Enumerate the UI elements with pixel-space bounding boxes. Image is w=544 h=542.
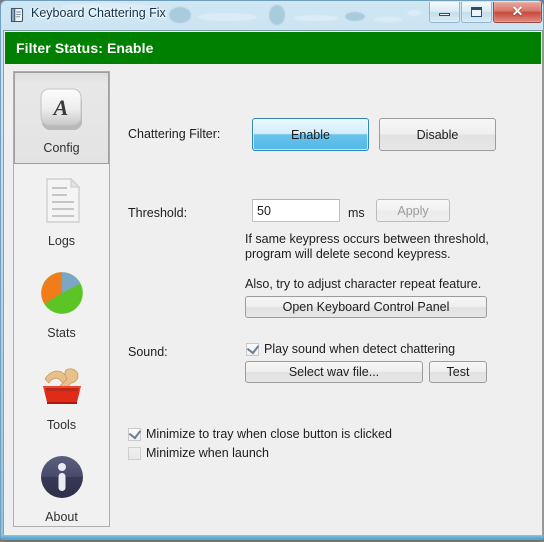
sidebar-item-label: Tools (46, 418, 77, 432)
title-bar[interactable]: Keyboard Chattering Fix ✕ (1, 1, 543, 30)
check-icon (246, 341, 260, 354)
window-title: Keyboard Chattering Fix (31, 6, 166, 20)
sidebar: A Config Logs Stats Tools About (13, 71, 110, 527)
maximize-button[interactable] (461, 2, 492, 23)
threshold-unit-label: ms (348, 206, 365, 220)
help-text-line1: If same keypress occurs between threshol… (245, 232, 489, 246)
threshold-input[interactable] (252, 199, 340, 222)
help-text-line3: Also, try to adjust character repeat fea… (245, 277, 482, 291)
minimize-tray-checkbox-row[interactable]: Minimize to tray when close button is cl… (128, 426, 392, 441)
minimize-to-tray-label: Minimize to tray when close button is cl… (146, 427, 392, 441)
sidebar-item-config[interactable]: A Config (14, 72, 109, 164)
toolbox-icon (42, 368, 81, 404)
status-banner: Filter Status: Enable (5, 32, 541, 64)
minimize-icon (439, 13, 450, 16)
test-sound-button[interactable]: Test (429, 361, 487, 383)
play-sound-checkbox-row[interactable]: Play sound when detect chattering (246, 341, 456, 356)
sidebar-item-stats[interactable]: Stats (14, 256, 109, 348)
minimize-to-tray-checkbox[interactable] (128, 426, 142, 441)
minimize-launch-checkbox-row[interactable]: Minimize when launch (128, 446, 269, 460)
apply-button[interactable]: Apply (376, 199, 450, 222)
close-icon: ✕ (511, 3, 524, 19)
window-bottom-edge (1, 535, 543, 539)
sidebar-item-label: Config (43, 141, 80, 155)
window-controls: ✕ (428, 2, 542, 23)
play-sound-label: Play sound when detect chattering (264, 342, 456, 356)
application-window: Keyboard Chattering Fix ✕ Filter Status:… (0, 0, 544, 540)
threshold-label: Threshold: (128, 206, 188, 220)
play-sound-checkbox[interactable] (246, 341, 260, 356)
sidebar-item-label: Logs (47, 234, 76, 248)
minimize-when-launch-checkbox[interactable] (128, 446, 141, 460)
minimize-button[interactable] (429, 2, 460, 23)
notepad-icon (10, 7, 24, 23)
svg-text:A: A (51, 95, 68, 120)
config-panel: Chattering Filter: Enable Disable Thresh… (114, 71, 536, 527)
pie-chart-icon (40, 271, 83, 315)
keyboard-key-a-icon: A (40, 88, 82, 130)
close-button[interactable]: ✕ (493, 2, 542, 23)
client-area: Filter Status: Enable A Config Logs Stat… (3, 30, 543, 539)
sidebar-item-about[interactable]: About (14, 440, 109, 532)
sidebar-item-logs[interactable]: Logs (14, 164, 109, 256)
help-text-line2: program will delete second keypress. (245, 247, 451, 261)
info-circle-icon (40, 456, 83, 498)
sidebar-item-label: About (45, 510, 78, 524)
select-wav-file-button[interactable]: Select wav file... (245, 361, 423, 383)
minimize-when-launch-label: Minimize when launch (146, 446, 269, 460)
enable-button[interactable]: Enable (252, 118, 369, 151)
check-icon (128, 426, 142, 439)
sidebar-item-tools[interactable]: Tools (14, 348, 109, 440)
document-icon (45, 177, 80, 223)
open-keyboard-control-panel-button[interactable]: Open Keyboard Control Panel (245, 296, 487, 318)
sidebar-item-label: Stats (47, 326, 76, 340)
maximize-icon (471, 7, 482, 17)
chattering-filter-label: Chattering Filter: (128, 127, 221, 141)
sound-label: Sound: (128, 345, 168, 359)
disable-button[interactable]: Disable (379, 118, 496, 151)
